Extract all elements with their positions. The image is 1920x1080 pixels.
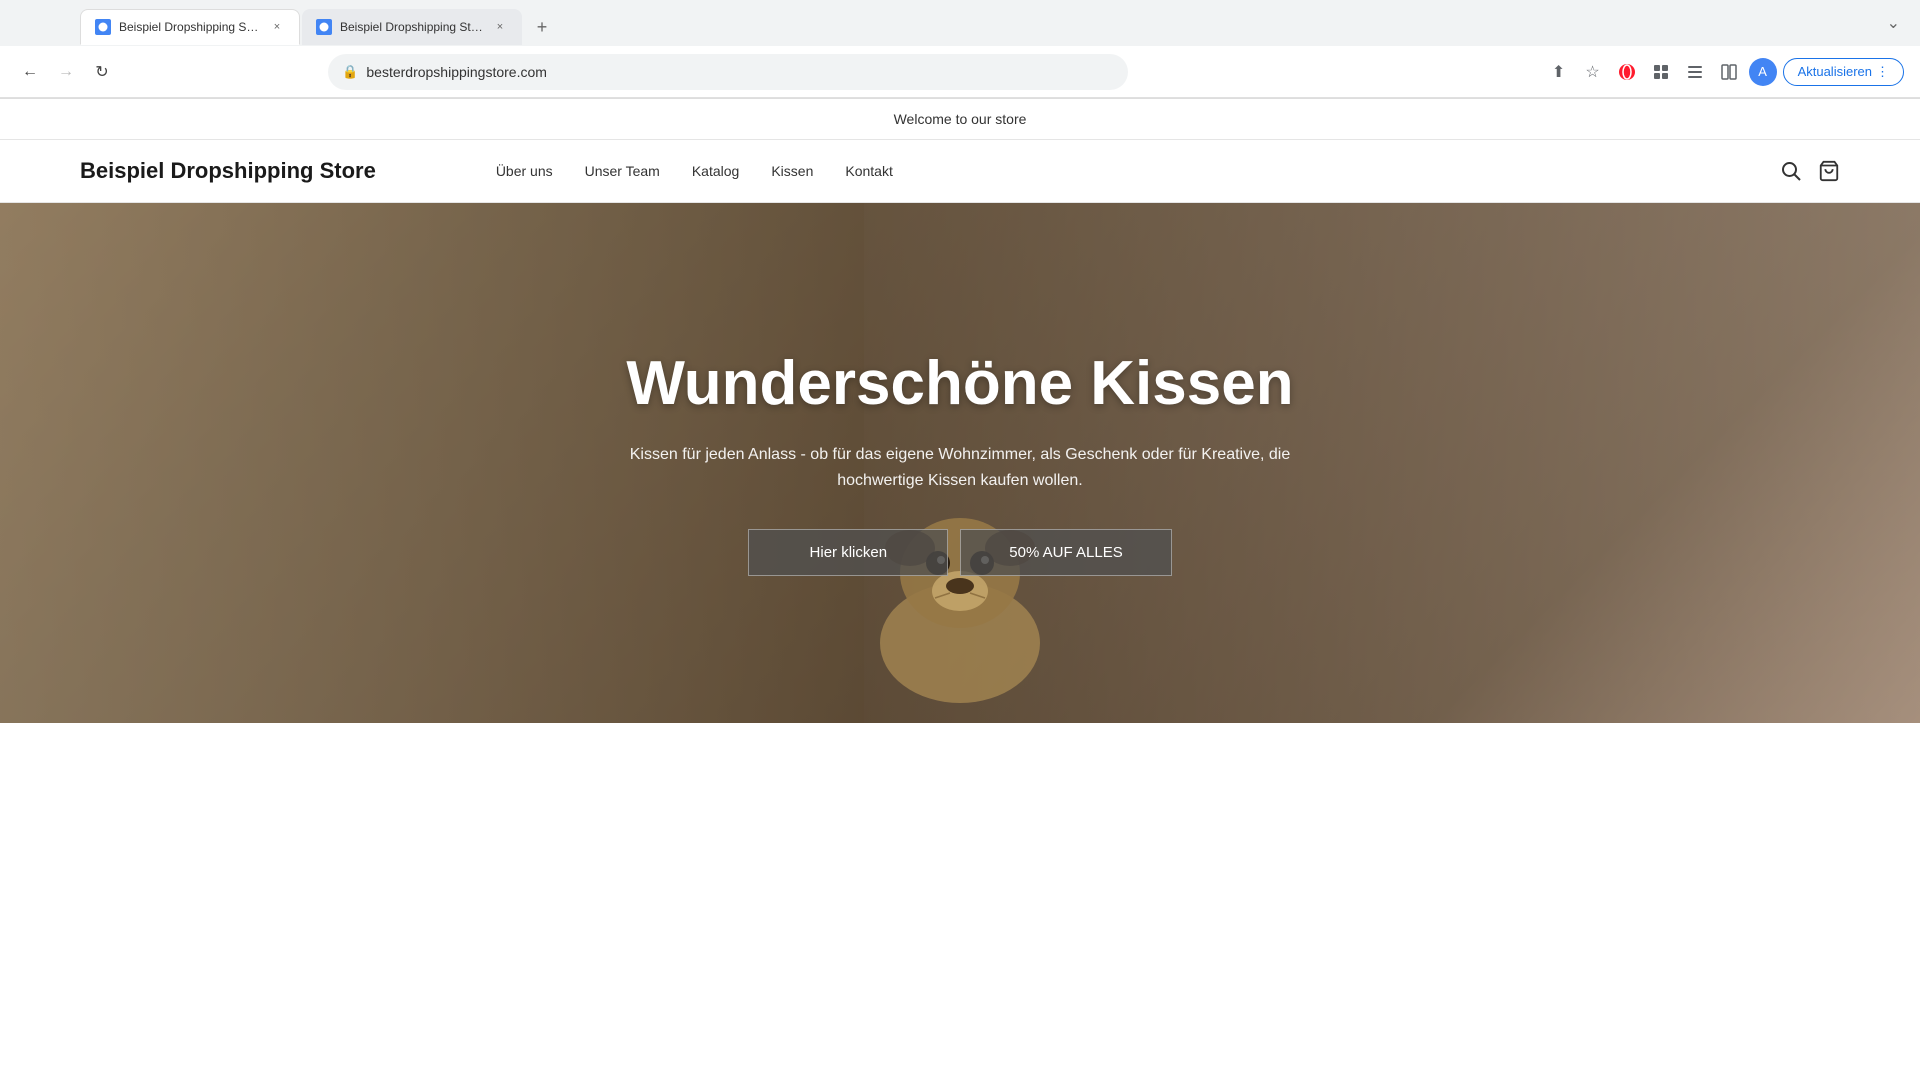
hero-section: Wunderschöne Kissen Kissen für jeden Anl…	[0, 203, 1920, 723]
update-menu-icon: ⋮	[1876, 64, 1889, 80]
nav-link-kissen[interactable]: Kissen	[771, 163, 813, 179]
site-logo[interactable]: Beispiel Dropshipping Store	[80, 158, 376, 184]
reload-button[interactable]: ↻	[88, 58, 116, 86]
tab-expand-button[interactable]: ⌄	[1887, 13, 1900, 41]
hero-primary-button[interactable]: Hier klicken	[748, 529, 948, 576]
search-button[interactable]	[1780, 160, 1802, 182]
browser-chrome: Beispiel Dropshipping Store - ... × Beis…	[0, 0, 1920, 99]
new-tab-button[interactable]: +	[528, 13, 556, 41]
bookmark-button[interactable]: ☆	[1579, 58, 1607, 86]
tab-bar: Beispiel Dropshipping Store - ... × Beis…	[0, 0, 1920, 46]
tab-inactive[interactable]: Beispiel Dropshipping Store ×	[302, 9, 522, 45]
tab-favicon-2	[316, 19, 332, 35]
sidebar-button[interactable]	[1681, 58, 1709, 86]
tab-close-1[interactable]: ×	[269, 19, 285, 35]
hero-subtitle: Kissen für jeden Anlass - ob für das eig…	[610, 442, 1310, 493]
tab-favicon-1	[95, 19, 111, 35]
profile-button[interactable]: A	[1749, 58, 1777, 86]
announcement-text: Welcome to our store	[894, 111, 1027, 127]
hero-title: Wunderschöne Kissen	[610, 350, 1310, 418]
url-text: besterdropshippingstore.com	[366, 64, 547, 80]
nav-link-unser-team[interactable]: Unser Team	[585, 163, 660, 179]
site-nav: Über uns Unser Team Katalog Kissen Konta…	[496, 163, 893, 179]
site-header: Beispiel Dropshipping Store Über uns Uns…	[0, 140, 1920, 203]
nav-link-katalog[interactable]: Katalog	[692, 163, 739, 179]
share-button[interactable]: ⬆	[1545, 58, 1573, 86]
address-bar: ← → ↻ 🔒 besterdropshippingstore.com ⬆ ☆ …	[0, 46, 1920, 98]
tab-close-2[interactable]: ×	[492, 19, 508, 35]
hero-secondary-button[interactable]: 50% AUF ALLES	[960, 529, 1171, 576]
nav-link-uber-uns[interactable]: Über uns	[496, 163, 553, 179]
browser-actions: ⬆ ☆ A Aktualisieren ⋮	[1545, 58, 1904, 86]
opera-button[interactable]	[1613, 58, 1641, 86]
tab-title-1: Beispiel Dropshipping Store - ...	[119, 20, 261, 34]
header-icons	[1780, 160, 1840, 182]
announcement-bar: Welcome to our store	[0, 99, 1920, 140]
tab-active[interactable]: Beispiel Dropshipping Store - ... ×	[80, 9, 300, 45]
hero-buttons: Hier klicken 50% AUF ALLES	[610, 529, 1310, 576]
split-button[interactable]	[1715, 58, 1743, 86]
url-input[interactable]: 🔒 besterdropshippingstore.com	[328, 54, 1128, 90]
update-button[interactable]: Aktualisieren ⋮	[1783, 58, 1904, 86]
extensions-button[interactable]	[1647, 58, 1675, 86]
cart-button[interactable]	[1818, 160, 1840, 182]
hero-content: Wunderschöne Kissen Kissen für jeden Anl…	[610, 350, 1310, 576]
back-button[interactable]: ←	[16, 58, 44, 86]
lock-icon: 🔒	[342, 64, 358, 80]
tab-title-2: Beispiel Dropshipping Store	[340, 20, 484, 34]
website: Welcome to our store Beispiel Dropshippi…	[0, 99, 1920, 803]
forward-button[interactable]: →	[52, 58, 80, 86]
nav-link-kontakt[interactable]: Kontakt	[845, 163, 892, 179]
update-label: Aktualisieren	[1798, 64, 1872, 79]
below-fold-section	[0, 723, 1920, 803]
